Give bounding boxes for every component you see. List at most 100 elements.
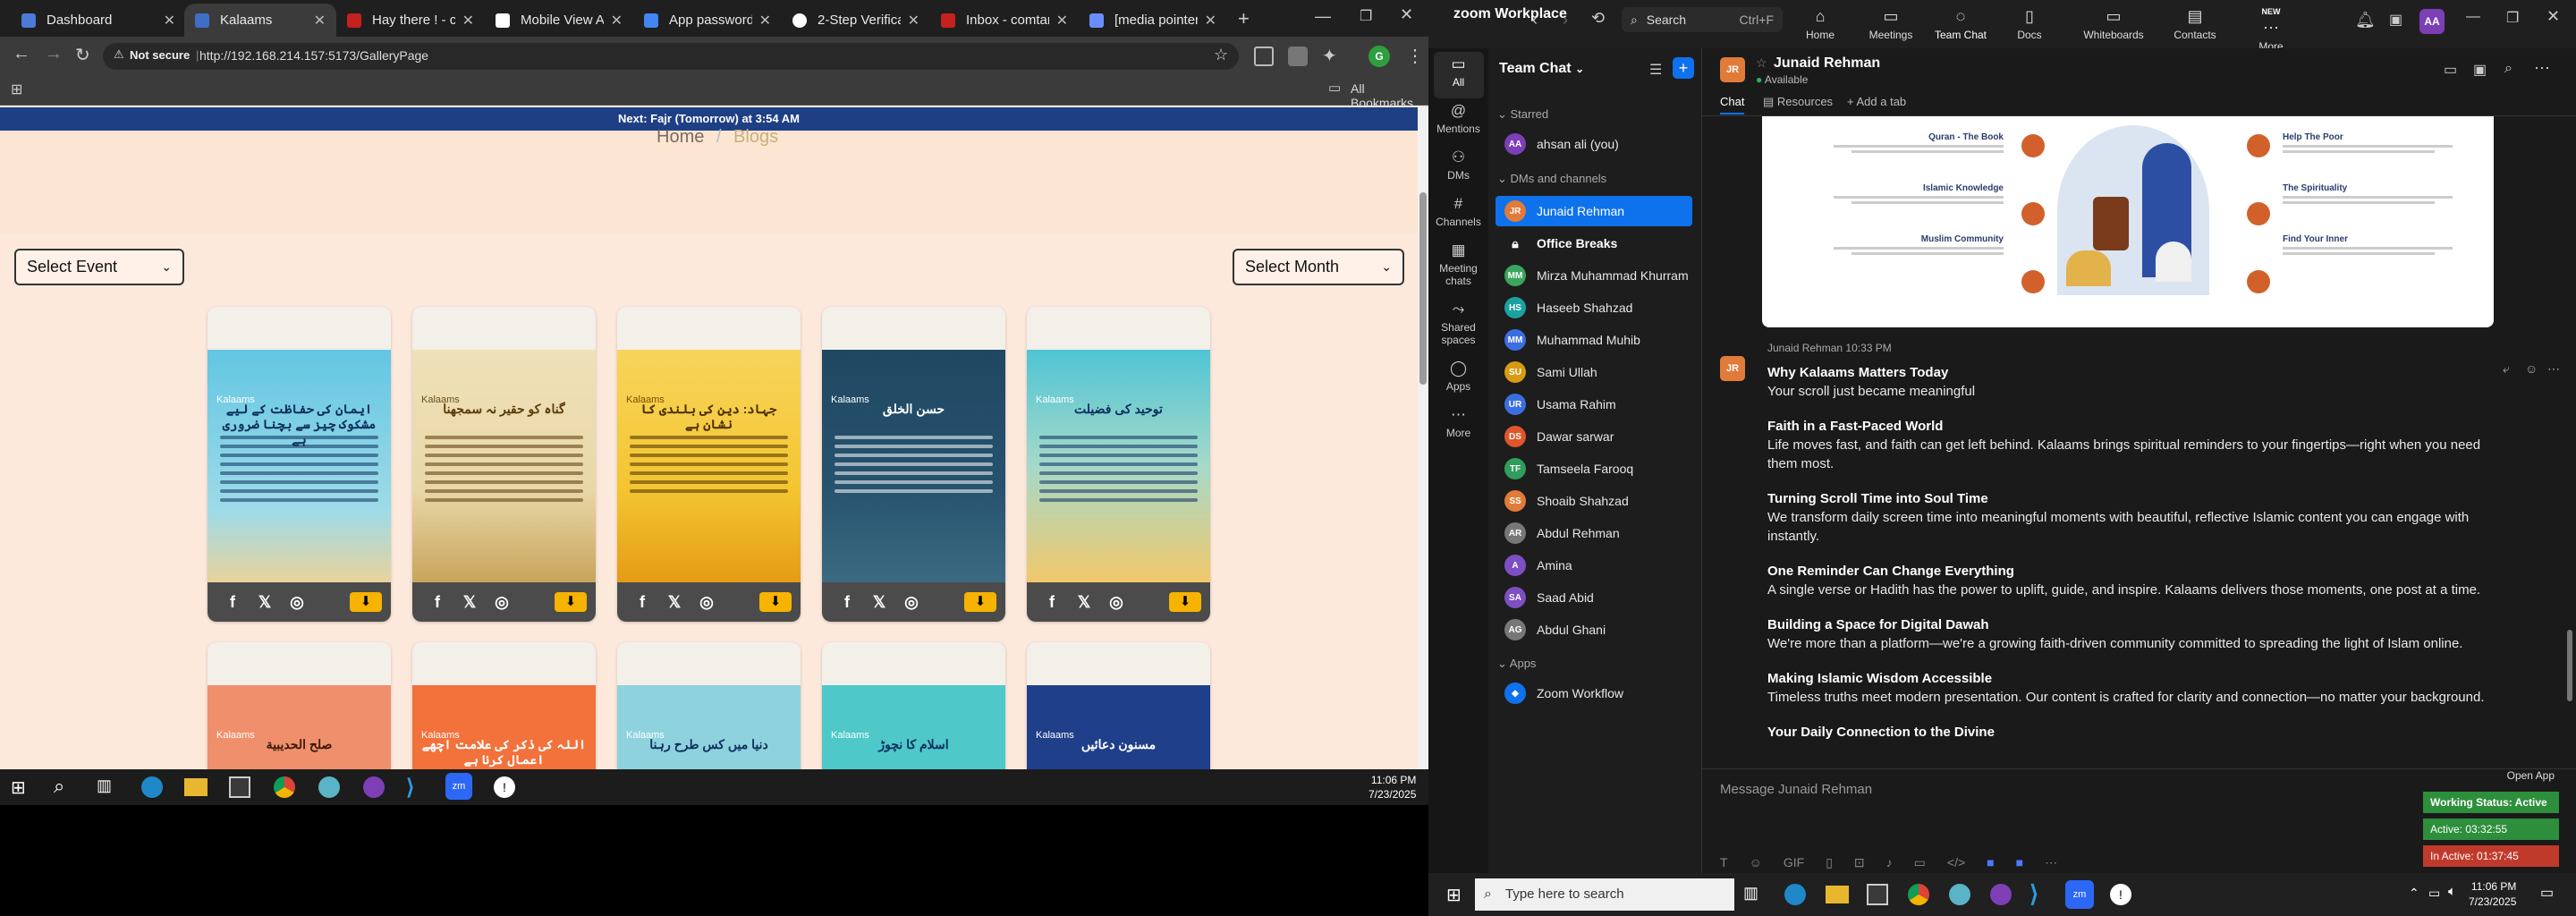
chat-title[interactable]: Junaid Rehman: [1774, 55, 1880, 72]
card-image[interactable]: Kalaams مسنون دعائیں: [1027, 685, 1210, 769]
filter-icon[interactable]: ☰: [1649, 61, 1662, 79]
screenshot-icon[interactable]: ⊡: [1854, 855, 1865, 873]
reply-icon[interactable]: ⤶: [2503, 361, 2510, 377]
rail-all[interactable]: ▭ All: [1428, 55, 1488, 89]
tab-media-pointer[interactable]: [media pointer=" ✕: [1079, 4, 1227, 37]
rail-more[interactable]: ⋯ More: [1428, 406, 1488, 439]
star-icon[interactable]: ☆: [1214, 46, 1228, 64]
edge-icon[interactable]: [141, 776, 163, 798]
nav-home[interactable]: ⌂ Home: [1789, 7, 1852, 41]
chat-item[interactable]: SU Sami Ullah: [1496, 357, 1692, 387]
gallery-card[interactable]: Kalaams ایمان کی حفاظت کے لیے مشکوک چیز …: [208, 307, 391, 622]
close-icon[interactable]: ✕: [164, 12, 175, 30]
x-icon[interactable]: 𝕏: [863, 593, 895, 612]
instagram-icon[interactable]: ◎: [1100, 593, 1132, 612]
github-desktop-icon[interactable]: [1990, 884, 2012, 905]
windows-start-icon[interactable]: ⊞: [1446, 884, 1462, 906]
more-icon[interactable]: ⋯: [2045, 855, 2057, 873]
panel-icon[interactable]: ▣: [2389, 11, 2402, 29]
close-icon[interactable]: ✕: [1205, 12, 1216, 30]
scrollbar-thumb[interactable]: [1419, 192, 1427, 385]
tab-app-passwords[interactable]: App passwords ✕: [633, 4, 782, 37]
download-button[interactable]: ⬇: [555, 592, 587, 612]
forward-icon[interactable]: →: [45, 44, 63, 64]
app-icon[interactable]: ■: [1987, 855, 1994, 873]
store-icon[interactable]: [1867, 884, 1888, 905]
close-icon[interactable]: ✕: [314, 12, 326, 30]
x-icon[interactable]: 𝕏: [453, 593, 486, 612]
gallery-card[interactable]: Kalaams گناہ کو حقیر نہ سمجھنا f 𝕏 ◎ ⬇: [412, 307, 596, 622]
zoom-search[interactable]: ⌕ Search Ctrl+F: [1622, 7, 1783, 32]
extension-icon[interactable]: [1254, 47, 1274, 66]
nav-meetings[interactable]: ▭ Meetings: [1860, 7, 1922, 41]
more-icon[interactable]: ⋯: [2534, 59, 2550, 78]
kebab-menu-icon[interactable]: ⋮: [1406, 45, 1424, 67]
x-icon[interactable]: 𝕏: [1068, 593, 1100, 612]
clock[interactable]: 11:06 PM 7/23/2025: [2469, 879, 2516, 910]
tab-chat[interactable]: Chat: [1720, 95, 1745, 114]
facebook-icon[interactable]: f: [831, 593, 863, 612]
open-app-link[interactable]: Open App: [2492, 769, 2555, 782]
app-icon[interactable]: !: [494, 776, 515, 798]
gallery-card[interactable]: Kalaams اللہ کی ذکر کی علامت اچھے اعمال …: [412, 642, 596, 769]
bell-icon[interactable]: 🔔︎: [2355, 11, 2376, 30]
close-icon[interactable]: ✕: [759, 12, 771, 30]
gallery-card[interactable]: Kalaams مسنون دعائیں: [1027, 642, 1210, 769]
chat-item[interactable]: AR Abdul Rehman: [1496, 518, 1692, 548]
video-call-icon[interactable]: ▭: [2444, 61, 2457, 79]
card-image[interactable]: Kalaams توحید کی فضیلت: [1027, 350, 1210, 582]
user-avatar[interactable]: AA: [2419, 9, 2445, 34]
download-button[interactable]: ⬇: [964, 592, 996, 612]
store-icon[interactable]: [229, 776, 250, 798]
gallery-card[interactable]: Kalaams توحید کی فضیلت f 𝕏 ◎ ⬇: [1027, 307, 1210, 622]
gallery-card[interactable]: Kalaams حسن الخلق f 𝕏 ◎ ⬇: [822, 307, 1005, 622]
chat-item[interactable]: DS Dawar sarwar: [1496, 421, 1692, 452]
notification-icon[interactable]: ▭: [2540, 884, 2554, 902]
tab-2step[interactable]: 2-Step Verificatio ✕: [782, 4, 930, 37]
back-icon[interactable]: ‹: [1532, 11, 1538, 30]
more-icon[interactable]: ⋯: [2547, 361, 2560, 377]
section-dms[interactable]: ⌄ DMs and channels: [1497, 172, 1606, 186]
audio-icon[interactable]: ♪: [1886, 855, 1893, 873]
month-select[interactable]: Select Month ⌄: [1233, 249, 1404, 285]
emoji-icon[interactable]: ☺: [2525, 361, 2538, 376]
chevron-up-icon[interactable]: ⌃: [2409, 886, 2419, 901]
gallery-card[interactable]: Kalaams جہاد: دین کی بلندی کا نشان ہے f …: [617, 307, 801, 622]
close-window-button[interactable]: ✕: [1400, 5, 1413, 24]
gallery-card[interactable]: Kalaams دنیا میں کس طرح رہنا: [617, 642, 801, 769]
close-icon[interactable]: ✕: [1056, 12, 1068, 30]
tab-dashboard[interactable]: Dashboard ✕: [11, 4, 186, 37]
card-image[interactable]: Kalaams صلح الحدیبیة: [208, 685, 391, 769]
section-apps[interactable]: ⌄ Apps: [1497, 657, 1536, 671]
vscode-icon[interactable]: ⟩: [406, 775, 414, 801]
x-icon[interactable]: 𝕏: [249, 593, 281, 612]
close-icon[interactable]: ✕: [611, 12, 623, 30]
chat-item[interactable]: SA Saad Abid: [1496, 582, 1692, 613]
maximize-button[interactable]: ❐: [2506, 9, 2519, 27]
chat-item-junaid[interactable]: JR Junaid Rehman: [1496, 196, 1692, 226]
emoji-icon[interactable]: ☺: [1750, 855, 1762, 873]
edge-icon[interactable]: [1784, 884, 1806, 905]
instagram-icon[interactable]: ◎: [281, 593, 313, 612]
card-image[interactable]: Kalaams جہاد: دین کی بلندی کا نشان ہے: [617, 350, 801, 582]
rail-channels[interactable]: # Channels: [1428, 195, 1488, 228]
nav-more[interactable]: NEW ⋯ More: [2240, 7, 2302, 53]
chat-item[interactable]: A Amina: [1496, 550, 1692, 581]
github-desktop-icon[interactable]: [363, 776, 385, 798]
file-explorer-icon[interactable]: [1826, 886, 1849, 903]
puzzle-icon[interactable]: ✦: [1322, 45, 1337, 67]
search-icon[interactable]: ⌕: [54, 775, 64, 798]
new-tab-button[interactable]: +: [1238, 7, 1250, 30]
chat-avatar[interactable]: JR: [1720, 57, 1745, 82]
infographic-image[interactable]: Quran - The Book Islamic Knowledge Musli…: [1762, 116, 2494, 327]
instagram-icon[interactable]: ◎: [895, 593, 928, 612]
chat-item-self[interactable]: AA ahsan ali (you): [1496, 129, 1692, 159]
card-image[interactable]: Kalaams حسن الخلق: [822, 350, 1005, 582]
chat-item-office-breaks[interactable]: 🔒︎ Office Breaks: [1496, 228, 1692, 259]
message-avatar[interactable]: JR: [1720, 356, 1745, 381]
card-image[interactable]: Kalaams ایمان کی حفاظت کے لیے مشکوک چیز …: [208, 350, 391, 582]
zoom-icon[interactable]: zm: [2065, 880, 2094, 909]
card-image[interactable]: Kalaams دنیا میں کس طرح رہنا: [617, 685, 801, 769]
all-bookmarks-link[interactable]: All Bookmarks: [1351, 81, 1428, 110]
close-icon[interactable]: ✕: [908, 12, 919, 30]
